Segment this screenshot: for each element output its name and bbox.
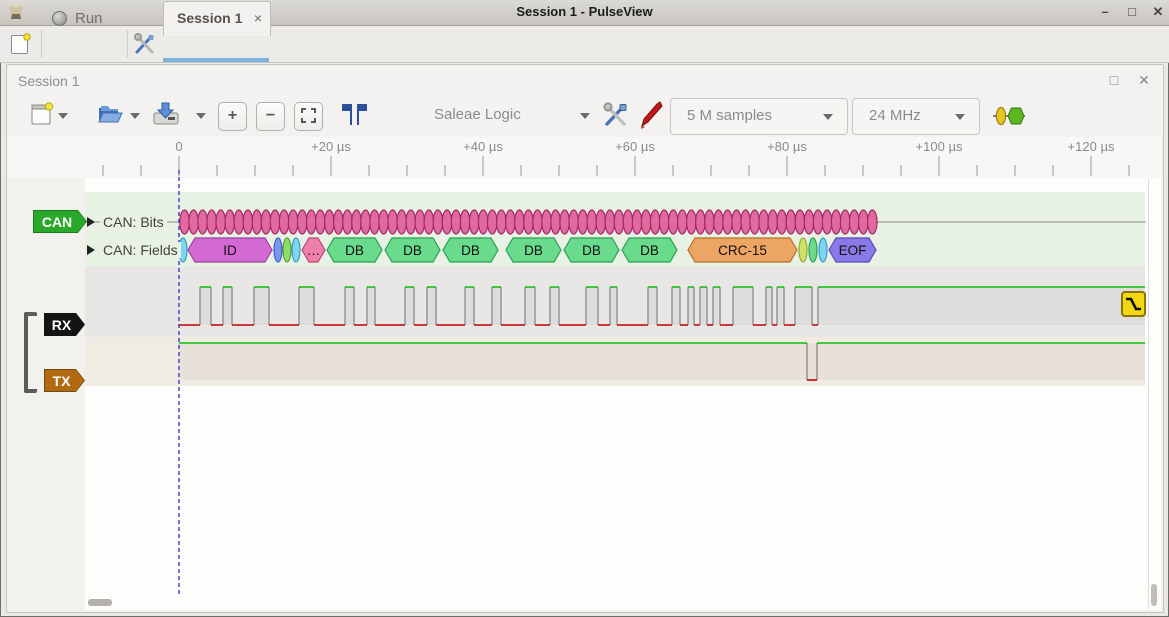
sample-rate-select[interactable]: 24 MHz — [852, 98, 980, 135]
sample-count-select[interactable]: 5 M samples — [670, 98, 848, 135]
tx-channel-row — [85, 337, 1145, 386]
sample-count-arrow-icon — [823, 114, 833, 120]
trigger-marker-falling-edge-icon[interactable] — [1121, 291, 1146, 317]
tab-close-icon[interactable]: × — [254, 10, 262, 26]
new-file-icon[interactable] — [30, 101, 54, 132]
open-file-dropdown-icon[interactable] — [130, 113, 140, 119]
trace-label-gutter — [7, 178, 85, 610]
pulseview-window: Session 1 - PulseView – □ ✕ Run Session … — [0, 0, 1169, 617]
run-label: Run — [75, 10, 103, 27]
ruler-label: 0 — [175, 139, 182, 154]
save-file-dropdown-icon[interactable] — [196, 113, 206, 119]
toolbar-separator — [41, 30, 42, 58]
vertical-scrollbar-track — [1148, 179, 1149, 609]
device-select-value: Saleae Logic — [434, 106, 521, 123]
sample-rate-arrow-icon — [955, 114, 965, 120]
trigger-probe-icon[interactable] — [638, 100, 664, 135]
toolbar-separator — [127, 30, 128, 58]
ruler-label: +100 µs — [916, 139, 963, 154]
device-select[interactable]: Saleae Logic — [420, 98, 600, 133]
close-button[interactable]: ✕ — [1147, 3, 1169, 21]
device-select-arrow-icon — [580, 113, 590, 119]
tab-session-1[interactable]: Session 1 × — [163, 1, 271, 36]
can-bits-row-label: CAN: Bits — [100, 214, 167, 230]
session-restore-button[interactable]: □ — [1103, 71, 1125, 89]
tab-label: Session 1 — [177, 10, 242, 26]
expand-arrow-icon[interactable] — [87, 217, 95, 227]
zoom-out-button[interactable]: − — [256, 102, 285, 131]
ruler-label: +120 µs — [1068, 139, 1115, 154]
ruler-label: +80 µs — [767, 139, 807, 154]
add-decoder-icon[interactable] — [992, 104, 1026, 133]
channel-config-icon[interactable] — [602, 101, 630, 134]
sample-count-value: 5 M samples — [687, 107, 772, 124]
ruler-label: +60 µs — [615, 139, 655, 154]
settings-tools-icon[interactable] — [133, 32, 157, 61]
ruler-label: +40 µs — [463, 139, 503, 154]
horizontal-scrollbar-handle[interactable] — [88, 599, 112, 606]
session-close-button[interactable]: ✕ — [1133, 71, 1155, 89]
can-trace-tag[interactable]: CAN — [33, 210, 87, 233]
vertical-scrollbar-handle[interactable] — [1151, 584, 1157, 606]
can-decoder-row — [85, 192, 1145, 267]
session-title: Session 1 — [18, 73, 79, 89]
expand-arrow-icon[interactable] — [87, 245, 95, 255]
sample-rate-value: 24 MHz — [869, 107, 921, 124]
zoom-fit-button[interactable] — [294, 102, 323, 131]
zoom-to-flags-icon[interactable] — [340, 102, 368, 133]
zoom-in-button[interactable]: + — [218, 102, 247, 131]
active-tab-indicator — [163, 58, 269, 62]
save-file-icon[interactable] — [152, 100, 180, 132]
channel-group-bracket — [24, 312, 37, 393]
minimize-button[interactable]: – — [1094, 3, 1116, 21]
run-button[interactable]: Run — [52, 2, 103, 34]
new-file-dropdown-icon[interactable] — [58, 113, 68, 119]
can-fields-row-label: CAN: Fields — [100, 242, 181, 258]
ruler-label: +20 µs — [311, 139, 351, 154]
open-file-icon[interactable] — [96, 101, 124, 131]
run-led-icon — [52, 11, 67, 26]
rx-channel-row — [85, 267, 1145, 337]
new-session-icon[interactable] — [10, 32, 32, 61]
maximize-button[interactable]: □ — [1121, 3, 1143, 21]
